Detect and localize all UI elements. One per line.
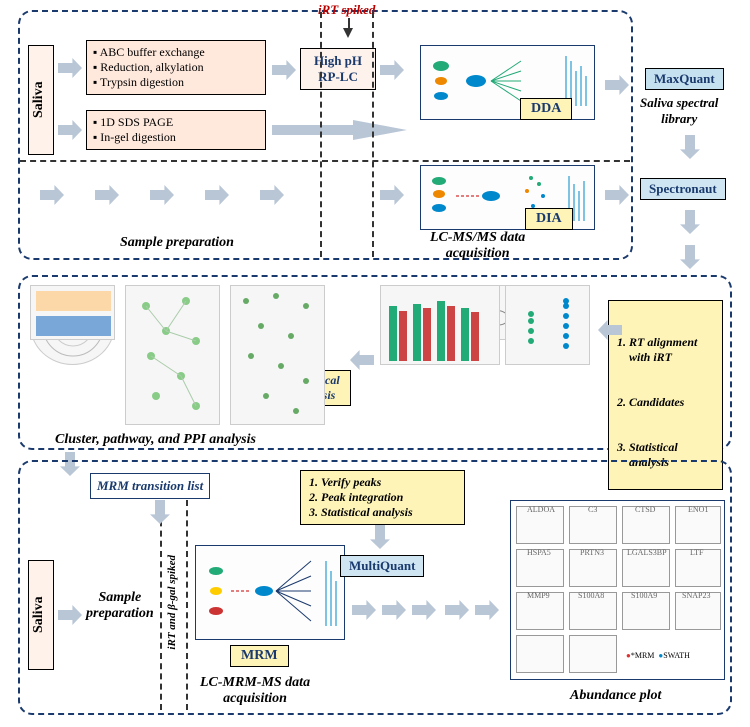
saliva-tab-bottom: Saliva [28,560,54,670]
prep-box-2: 1D SDS PAGE In-gel digestion [86,110,266,150]
bar-plot-icon [380,285,500,365]
mini-plot-label: CTSD [635,505,655,514]
mini-plot: S100A8 [569,592,617,630]
dash-divider [20,160,630,162]
mini-plot: MMP9 [516,592,564,630]
mini-plot: PRTN3 [569,549,617,587]
mrm-label: MRM [230,645,289,667]
step-text: 2. Candidates [617,395,714,410]
prep1-item: Trypsin digestion [93,75,259,90]
pathway-network-icon [230,285,325,425]
cluster-label: Cluster, pathway, and PPI analysis [55,432,256,448]
irt-arrow-head [343,28,353,38]
mini-plot-label: ENO1 [688,505,708,514]
mini-plot-label: ALDOA [527,505,555,514]
dash-divider [320,12,322,257]
mini-plot [516,635,564,673]
spectral-library-label: Saliva spectral library [640,95,718,127]
irt-spiked-label: iRT spiked [318,2,375,18]
multiquant-box: MultiQuant [340,555,424,577]
step-text: 1. Verify peaks [309,475,456,490]
hplc-box: High pH RP-LC [300,48,376,90]
statistical-plots-group [380,285,595,430]
mini-plot: LGALS3BP [622,549,670,587]
mini-plot: C3 [569,506,617,544]
abundance-plot-grid: ALDOA C3 CTSD ENO1 HSPA5 PRTN3 LGALS3BP … [510,500,725,680]
saliva-text-bottom: Saliva [31,597,46,634]
dda-label: DDA [520,98,572,120]
ms-spectrum-icon [196,546,346,641]
mini-plot-label: SNAP23 [682,591,710,600]
mini-plot: ALDOA [516,506,564,544]
legend-mrm: *MRM [631,651,655,660]
prep1-item: ABC buffer exchange [93,45,259,60]
mini-plot [569,635,617,673]
arrow-down-icon [680,245,700,269]
mini-plot: ENO1 [675,506,721,544]
maxquant-box: MaxQuant [645,68,724,90]
irt-bgal-label: iRT and β-gal spiked [166,555,178,650]
boxplot-icon [30,285,115,340]
saliva-text-top: Saliva [31,82,46,119]
mini-plot-label: LGALS3BP [627,548,667,557]
legend-swath: SWATH [663,651,690,660]
dash-divider [186,500,188,710]
dia-label: DIA [525,208,573,230]
mini-plot-label: PRTN3 [580,548,604,557]
mrm-transition-list: MRM transition list [90,473,210,499]
prep1-item: Reduction, alkylation [93,60,259,75]
scatter-plot-icon [505,285,590,365]
saliva-tab-top: Saliva [28,45,54,155]
mrm-ms-box [195,545,345,640]
step-text: 2. Peak integration [309,490,456,505]
arrow-down-icon [680,135,700,159]
sample-prep-bottom: Sample preparation [86,590,154,622]
mini-plot-label: C3 [588,505,597,514]
mini-plot-label: MMP9 [527,591,550,600]
mini-plot-label: S100A8 [578,591,604,600]
step-text: 1. RT alignment with iRT [617,335,714,365]
spectronaut-box: Spectronaut [640,178,726,200]
mrm-acq-label: LC-MRM-MS data acquisition [200,675,310,707]
mini-plot: HSPA5 [516,549,564,587]
verify-steps-box: 1. Verify peaks 2. Peak integration 3. S… [300,470,465,525]
step-text: 3. Statistical analysis [309,505,456,520]
mini-plot-label: HSPA5 [527,548,551,557]
mini-plot: SNAP23 [675,592,721,630]
prep-box-1: ABC buffer exchange Reduction, alkylatio… [86,40,266,95]
section-acquisition: LC-MS/MS data acquisition [430,230,525,262]
ppi-network-icon [125,285,220,425]
dash-divider [160,500,162,710]
mini-plot: LTF [675,549,721,587]
cluster-plots-group [30,285,330,430]
prep2-item: In-gel digestion [93,130,259,145]
mini-plot-label: LTF [690,548,704,557]
mini-plot-label: S100A9 [631,591,657,600]
dash-divider [372,12,374,257]
mini-plot: S100A9 [622,592,670,630]
prep2-item: 1D SDS PAGE [93,115,259,130]
mini-plot: CTSD [622,506,670,544]
section-sample-prep: Sample preparation [120,235,234,251]
arrow-down-icon [680,210,700,234]
abundance-label: Abundance plot [570,688,661,704]
legend-row: ●*MRM ●SWATH [626,651,690,660]
